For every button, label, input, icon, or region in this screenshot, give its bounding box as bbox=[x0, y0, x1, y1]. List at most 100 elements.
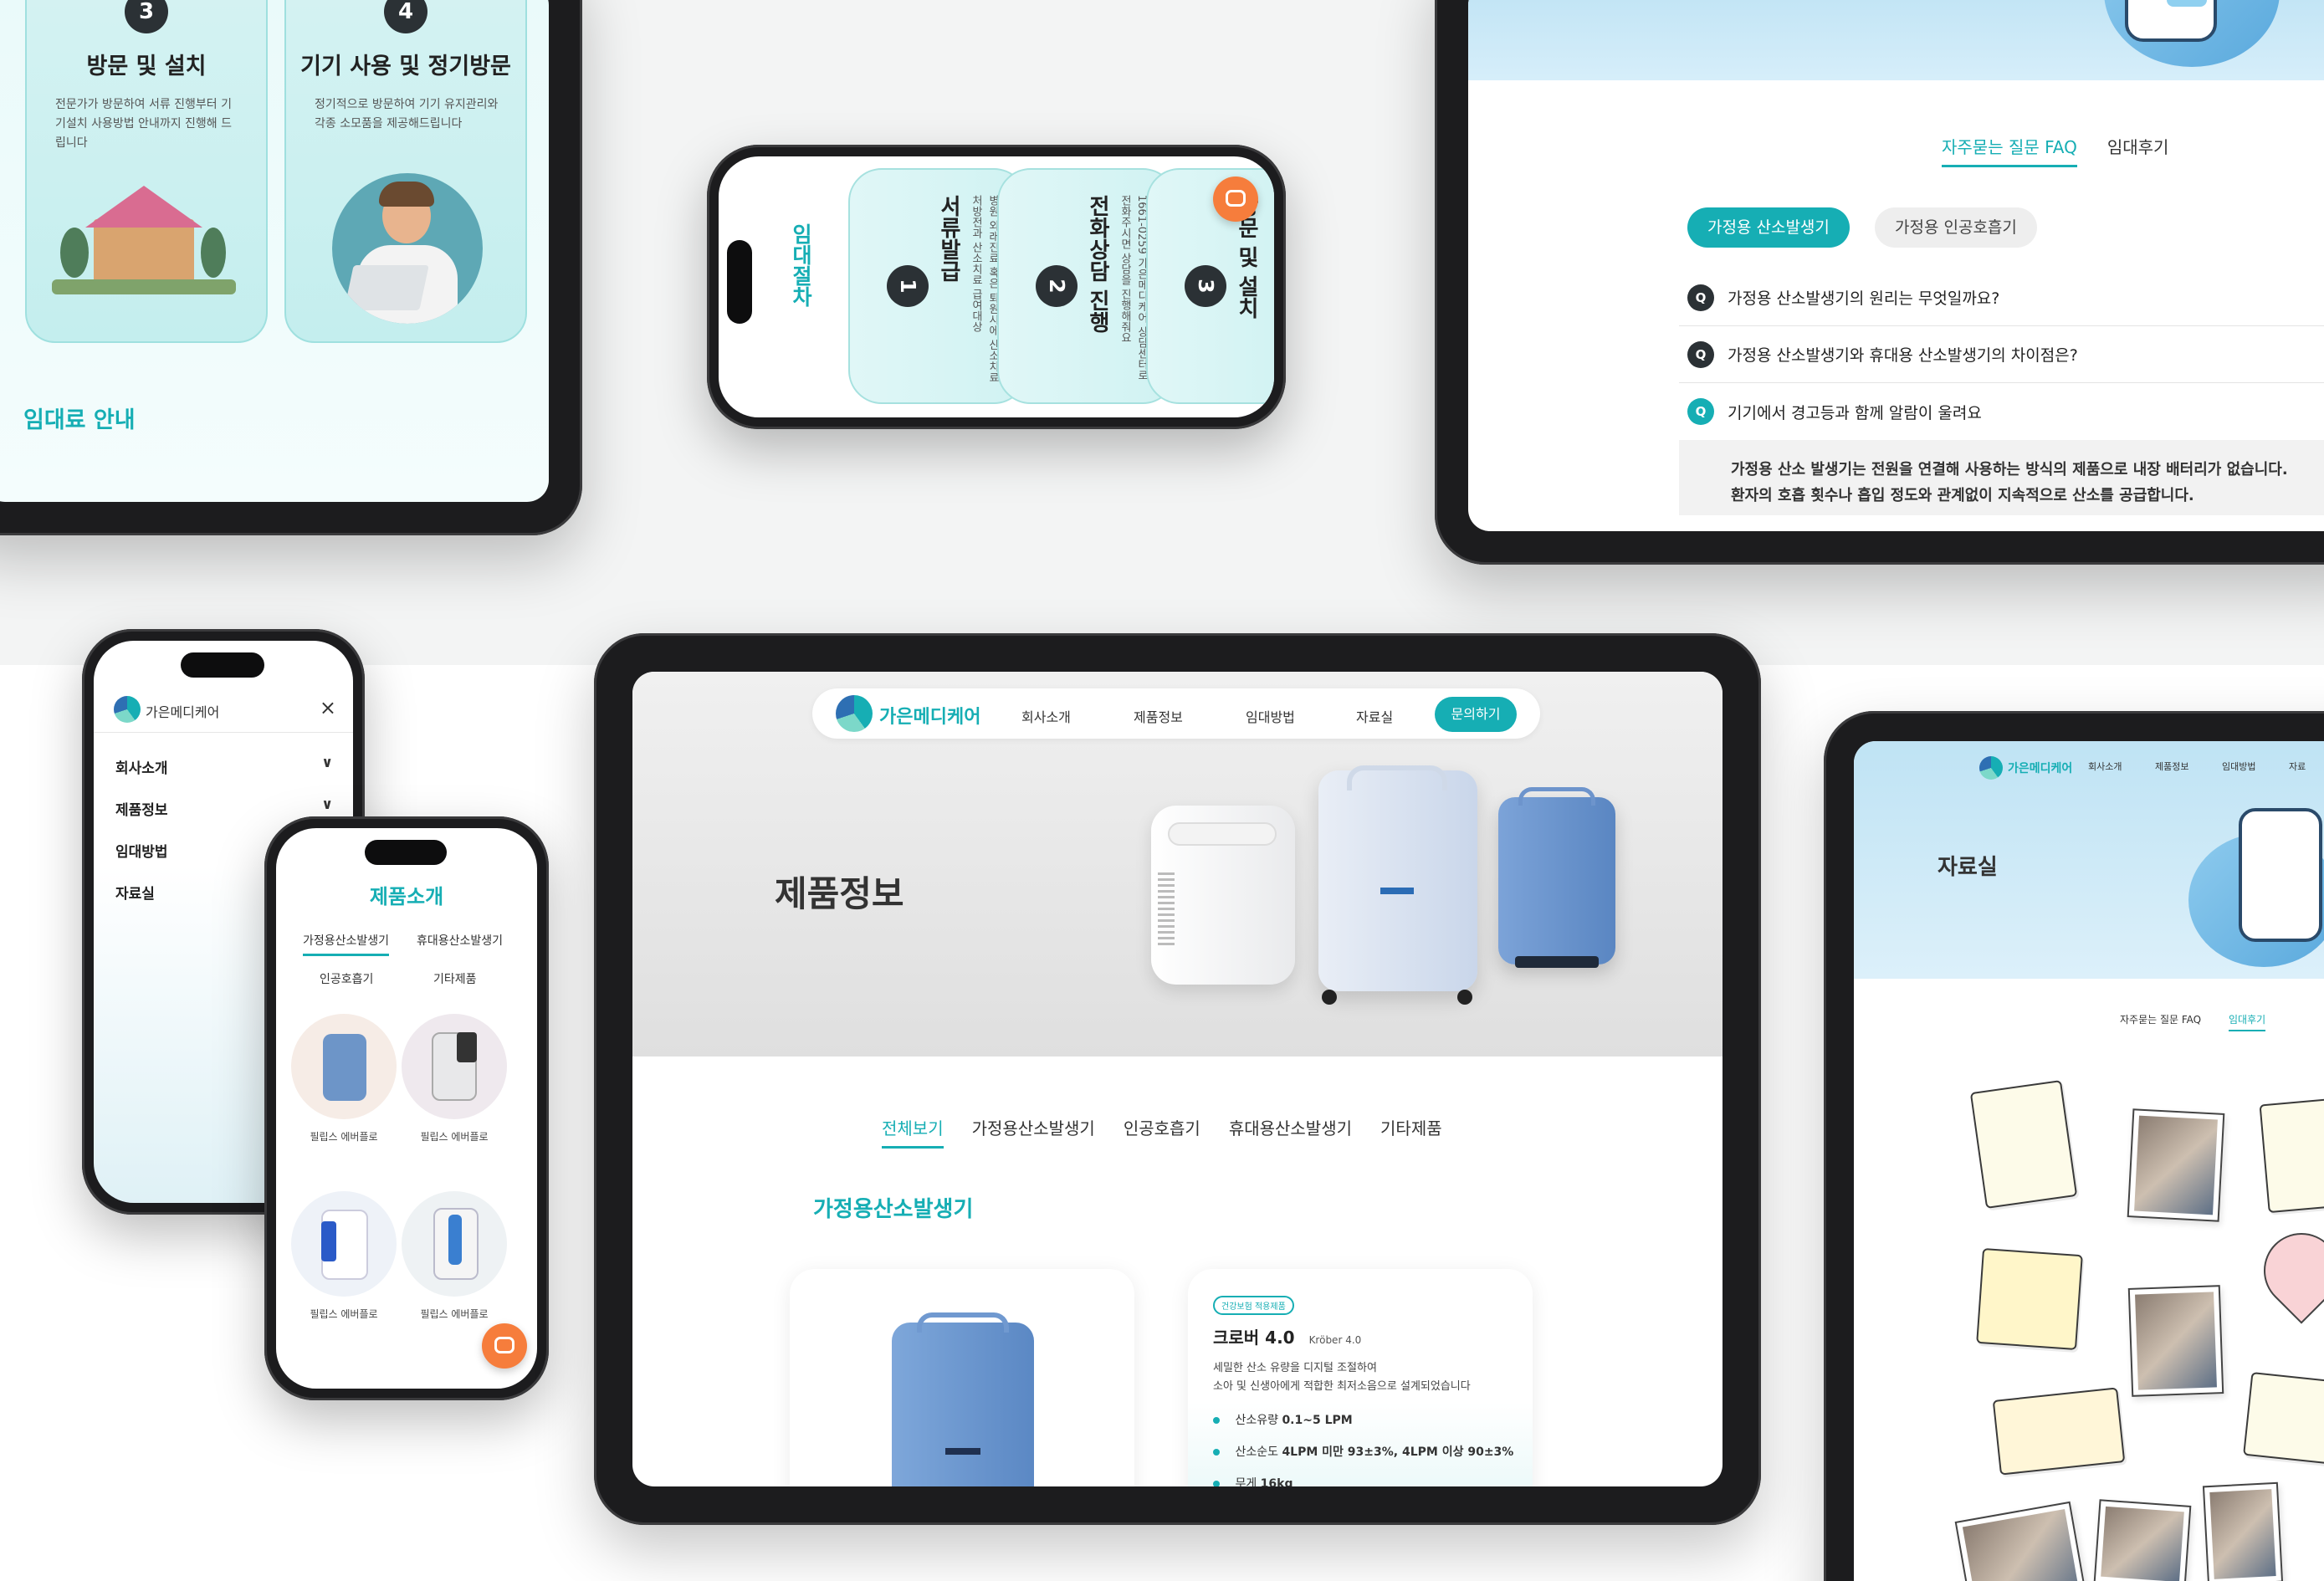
person-with-laptop-icon bbox=[332, 173, 483, 324]
product-name: 필립스 에버플로 bbox=[310, 1308, 378, 1320]
top-navbar: 가은메디케어 회사소개 제품정보 임대방법 자료실 문의하기 bbox=[812, 688, 1540, 739]
stationary-concentrator-image bbox=[1318, 765, 1477, 1005]
hero-banner: 가은메디케어 회사소개 제품정보 임대방법 자료실 문의하기 제품정보 bbox=[632, 672, 1723, 1057]
nav-rental[interactable]: 임대방법 bbox=[1246, 706, 1295, 726]
product-image[interactable] bbox=[291, 1191, 397, 1297]
menu-item-label: 자료실 bbox=[115, 886, 155, 903]
tablet-screen: 3 방문 및 설치 전문가가 방문하여 서류 진행부터 기기설치 사용방법 안내… bbox=[0, 0, 549, 502]
step-title: 방문 및 설치 bbox=[86, 54, 207, 79]
step-number: 3 bbox=[125, 0, 168, 33]
portable-concentrator-image bbox=[1151, 806, 1295, 985]
tablet-archive: 가은메디케어 회사소개 제품정보 임대방법 자료 자료실 자주묻는 질문 FAQ… bbox=[1824, 711, 2324, 1581]
logo-icon[interactable] bbox=[836, 695, 873, 732]
tab-rental-reviews[interactable]: 임대후기 bbox=[2229, 1012, 2266, 1031]
archive-hero: 가은메디케어 회사소개 제품정보 임대방법 자료 자료실 bbox=[1854, 741, 2324, 979]
q-badge: Q bbox=[1687, 340, 1714, 368]
review-photo[interactable] bbox=[2127, 1285, 2224, 1397]
tab-portable-oxygen[interactable]: 휴대용산소발생기 bbox=[417, 932, 503, 949]
review-photo[interactable] bbox=[2202, 1481, 2284, 1581]
tab-ventilator[interactable]: 인공호흡기 bbox=[1124, 1115, 1200, 1149]
tab-rental-reviews[interactable]: 임대후기 bbox=[2107, 134, 2169, 167]
chat-button[interactable] bbox=[482, 1323, 527, 1369]
product-card[interactable] bbox=[790, 1269, 1134, 1486]
close-icon[interactable]: × bbox=[320, 696, 336, 719]
product-image[interactable] bbox=[402, 1191, 507, 1297]
pill-home-ventilator[interactable]: 가정용 인공호흡기 bbox=[1875, 207, 2037, 248]
nav-products[interactable]: 제품정보 bbox=[1134, 706, 1183, 726]
description-line: 소아 및 신생아에게 적합한 최저소음으로 설계되었습니다 bbox=[1213, 1380, 1471, 1393]
review-note[interactable] bbox=[1969, 1080, 2078, 1209]
dynamic-island bbox=[181, 652, 264, 678]
tab-faq[interactable]: 자주묻는 질문 FAQ bbox=[1942, 134, 2077, 167]
tab-home-oxygen[interactable]: 가정용산소발생기 bbox=[303, 932, 390, 956]
page-title: 제품정보 bbox=[775, 873, 904, 914]
nav-archive[interactable]: 자료실 bbox=[1356, 706, 1393, 726]
product-spec-card[interactable]: 건강보험 적용제품 크로버 4.0 Kröber 4.0 세밀한 산소 유량을 … bbox=[1188, 1269, 1533, 1486]
faq-question-row[interactable]: Q 가정용 산소발생기의 원리는 무엇일까요? bbox=[1679, 269, 2324, 326]
product-name: 필립스 에버플로 bbox=[420, 1308, 489, 1320]
tablet-screen: 가은메디케어 회사소개 제품정보 임대방법 자료 자료실 자주묻는 질문 FAQ… bbox=[1854, 741, 2324, 1581]
step-description: 정기적으로 방문하여 기기 유지관리와 각종 소모품을 제공해드립니다 bbox=[315, 98, 499, 130]
product-image[interactable] bbox=[402, 1014, 507, 1119]
dynamic-island bbox=[365, 840, 447, 865]
category-tab-bar: 전체보기 가정용산소발생기 인공호흡기 휴대용산소발생기 기타제품 bbox=[882, 1115, 1442, 1149]
spec-item: 무게 16kg bbox=[1213, 1475, 1293, 1486]
tab-other[interactable]: 기타제품 bbox=[433, 970, 477, 987]
faq-question-text: 가정용 산소발생기와 휴대용 산소발생기의 차이점은? bbox=[1728, 346, 2078, 365]
tab-faq[interactable]: 자주묻는 질문 FAQ bbox=[2120, 1012, 2201, 1026]
logo-text[interactable]: 가은메디케어 bbox=[2008, 760, 2072, 776]
house-illustration-icon bbox=[52, 186, 236, 294]
contact-button[interactable]: 문의하기 bbox=[1435, 697, 1517, 732]
step-title: 기기 사용 및 정기방문 bbox=[300, 54, 511, 79]
nav-company[interactable]: 회사소개 bbox=[1021, 706, 1071, 726]
spec-value: 0.1~5 LPM bbox=[1282, 1414, 1353, 1427]
faq-question-row-open[interactable]: Q 기기에서 경고등과 함께 알람이 울려요 bbox=[1679, 383, 2324, 440]
tab-home-oxygen[interactable]: 가정용산소발생기 bbox=[972, 1115, 1095, 1149]
tab-portable-oxygen[interactable]: 휴대용산소발생기 bbox=[1229, 1115, 1352, 1149]
tab-all[interactable]: 전체보기 bbox=[882, 1115, 944, 1149]
step-number: 4 bbox=[384, 0, 427, 33]
review-photo[interactable] bbox=[1954, 1501, 2088, 1581]
nav-archive[interactable]: 자료 bbox=[2289, 760, 2306, 773]
phone-landscape-steps: 임대절차 1 서류발급 병원 외래진료 혹은 퇴원시에 산소치료 처방전과 산소… bbox=[707, 145, 1286, 429]
review-note[interactable] bbox=[1992, 1387, 2126, 1476]
step-description: 병원 외래진료 혹은 퇴원시에 산소치료 처방전과 산소치료 급여대상 bbox=[970, 195, 999, 383]
step-title: 방문 및 설치 bbox=[1234, 195, 1259, 320]
menu-item-label: 제품정보 bbox=[115, 802, 168, 819]
spec-item: 산소순도 4LPM 미만 93±3%, 4LPM 이상 90±3% bbox=[1213, 1443, 1513, 1460]
review-note[interactable] bbox=[2243, 1372, 2324, 1466]
menu-item-company[interactable]: 회사소개 ∨ bbox=[115, 755, 333, 777]
spec-item: 산소유량 0.1~5 LPM bbox=[1213, 1411, 1353, 1428]
pill-home-oxygen[interactable]: 가정용 산소발생기 bbox=[1687, 207, 1850, 248]
product-image[interactable] bbox=[291, 1014, 397, 1119]
chat-bubble-icon bbox=[494, 1337, 514, 1353]
tab-other[interactable]: 기타제품 bbox=[1380, 1115, 1442, 1149]
step-description: 전문가가 방문하여 서류 진행부터 기기설치 사용방법 안내까지 진행해 드립니… bbox=[55, 98, 232, 150]
logo-text: 가은메디케어 bbox=[146, 704, 220, 720]
heart-note-icon[interactable] bbox=[2248, 1217, 2324, 1324]
product-description: 세밀한 산소 유량을 디지털 조절하여 소아 및 신생아에게 적합한 최저소음으… bbox=[1213, 1359, 1471, 1396]
logo-text[interactable]: 가은메디케어 bbox=[879, 702, 980, 729]
review-note[interactable] bbox=[2259, 1097, 2324, 1214]
review-photo[interactable] bbox=[2127, 1108, 2225, 1222]
nav-company[interactable]: 회사소개 bbox=[2088, 760, 2122, 773]
spec-value: 4LPM 미만 93±3%, 4LPM 이상 90±3% bbox=[1282, 1445, 1514, 1459]
review-photo[interactable] bbox=[2093, 1499, 2192, 1581]
menu-item-label: 회사소개 bbox=[115, 760, 168, 777]
tab-ventilator[interactable]: 인공호흡기 bbox=[320, 970, 373, 987]
logo-icon[interactable] bbox=[1979, 756, 2003, 780]
nav-products[interactable]: 제품정보 bbox=[2155, 760, 2188, 773]
chat-button[interactable] bbox=[1213, 177, 1258, 222]
product-image bbox=[892, 1312, 1034, 1486]
step-title: 전화상담 진행 bbox=[1085, 195, 1110, 334]
review-note[interactable] bbox=[1976, 1247, 2083, 1351]
nav-rental[interactable]: 임대방법 bbox=[2222, 760, 2255, 773]
menu-item-products[interactable]: 제품정보 ∨ bbox=[115, 796, 333, 819]
tablet-rental-steps: 3 방문 및 설치 전문가가 방문하여 서류 진행부터 기기설치 사용방법 안내… bbox=[0, 0, 582, 535]
tablet-screen: 가은메디케어 회사소개 제품정보 임대방법 자료실 문의하기 제품정보 전체보기… bbox=[632, 672, 1723, 1486]
q-badge: Q bbox=[1687, 398, 1714, 425]
step-description: 1661-0259 가은메디케어 상담센터로 전화주시면 상담을 진행해줘요 bbox=[1118, 195, 1148, 381]
phone-screen: 임대절차 1 서류발급 병원 외래진료 혹은 퇴원시에 산소치료 처방전과 산소… bbox=[719, 156, 1274, 417]
faq-question-row[interactable]: Q 가정용 산소발생기와 휴대용 산소발생기의 차이점은? bbox=[1679, 326, 2324, 383]
phone-screen: 제품소개 가정용산소발생기 휴대용산소발생기 인공호흡기 기타제품 필립스 에버… bbox=[276, 828, 537, 1389]
